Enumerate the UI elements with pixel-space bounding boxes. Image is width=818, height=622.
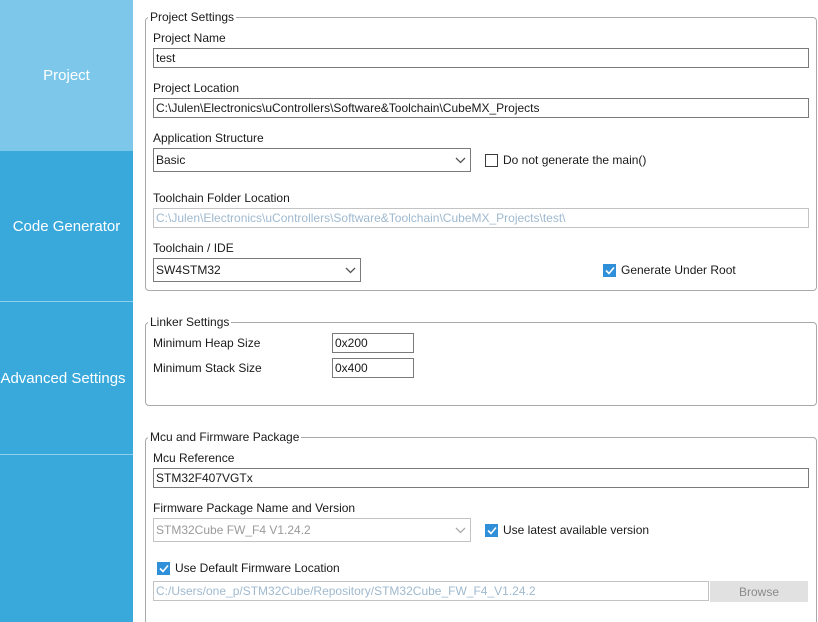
app-structure-value: Basic bbox=[156, 153, 186, 167]
tab-project[interactable]: Project bbox=[0, 0, 133, 151]
mcu-reference-label: Mcu Reference bbox=[153, 451, 235, 465]
chevron-down-icon bbox=[340, 259, 360, 281]
app-structure-label: Application Structure bbox=[153, 131, 264, 145]
sidebar: Project Code Generator Advanced Settings bbox=[0, 0, 133, 622]
generate-under-root-checkbox[interactable]: Generate Under Root bbox=[603, 263, 736, 277]
browse-button[interactable]: Browse bbox=[710, 581, 808, 602]
heap-size-label: Minimum Heap Size bbox=[153, 336, 261, 350]
checkbox-unchecked-icon bbox=[485, 153, 498, 167]
use-latest-label: Use latest available version bbox=[503, 523, 650, 537]
no-main-label: Do not generate the main() bbox=[503, 153, 647, 167]
no-main-checkbox[interactable]: Do not generate the main() bbox=[485, 153, 646, 167]
stack-size-input[interactable] bbox=[332, 358, 414, 378]
project-name-label: Project Name bbox=[153, 31, 226, 45]
checkmark-icon bbox=[485, 523, 498, 537]
project-settings-legend: Project Settings bbox=[150, 10, 235, 24]
mcu-firmware-legend: Mcu and Firmware Package bbox=[150, 430, 300, 444]
default-location-checkbox[interactable]: Use Default Firmware Location bbox=[157, 561, 340, 575]
project-location-label: Project Location bbox=[153, 81, 240, 95]
use-latest-checkbox[interactable]: Use latest available version bbox=[485, 523, 649, 537]
toolchain-ide-value: SW4STM32 bbox=[156, 263, 221, 277]
checkmark-icon bbox=[603, 263, 616, 277]
tab-advanced-settings[interactable]: Advanced Settings bbox=[0, 302, 133, 454]
heap-size-input[interactable] bbox=[332, 333, 414, 353]
main-panel: Project Settings Project Name Project Lo… bbox=[133, 0, 818, 622]
app-structure-select[interactable]: Basic bbox=[153, 148, 471, 172]
tab-project-label: Project bbox=[43, 67, 90, 84]
tab-code-generator-label: Code Generator bbox=[12, 217, 121, 235]
chevron-down-icon bbox=[450, 149, 470, 171]
toolchain-folder-input bbox=[153, 208, 809, 228]
generate-under-root-label: Generate Under Root bbox=[621, 263, 736, 277]
firmware-package-label: Firmware Package Name and Version bbox=[153, 501, 356, 515]
tab-code-generator[interactable]: Code Generator bbox=[0, 151, 133, 301]
linker-settings-legend: Linker Settings bbox=[150, 315, 230, 329]
firmware-package-value: STM32Cube FW_F4 V1.24.2 bbox=[156, 523, 311, 537]
toolchain-ide-select[interactable]: SW4STM32 bbox=[153, 258, 361, 282]
mcu-reference-input[interactable] bbox=[153, 468, 809, 488]
default-location-label: Use Default Firmware Location bbox=[175, 561, 340, 575]
firmware-package-select: STM32Cube FW_F4 V1.24.2 bbox=[153, 518, 471, 542]
tab-advanced-settings-label: Advanced Settings bbox=[0, 369, 126, 387]
checkmark-icon bbox=[157, 561, 170, 575]
project-location-input[interactable] bbox=[153, 98, 809, 118]
sidebar-divider bbox=[0, 454, 133, 455]
firmware-path-input bbox=[153, 581, 709, 601]
toolchain-ide-label: Toolchain / IDE bbox=[153, 241, 234, 255]
stack-size-label: Minimum Stack Size bbox=[153, 361, 262, 375]
project-name-input[interactable] bbox=[153, 48, 809, 68]
toolchain-folder-label: Toolchain Folder Location bbox=[153, 191, 290, 205]
chevron-down-icon bbox=[450, 519, 470, 541]
